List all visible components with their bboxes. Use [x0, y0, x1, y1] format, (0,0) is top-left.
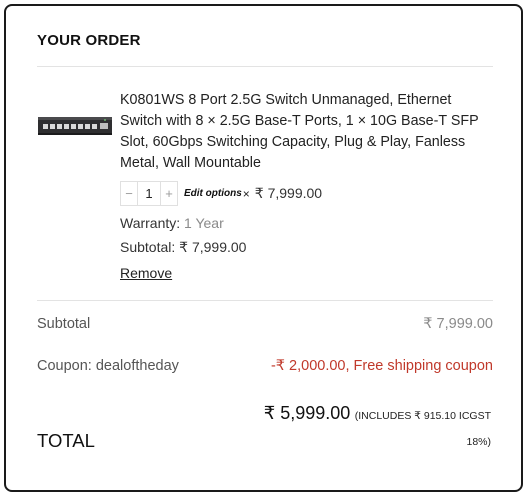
- order-heading: YOUR ORDER: [37, 32, 141, 49]
- product-title: K0801WS 8 Port 2.5G Switch Unmanaged, Et…: [120, 92, 479, 171]
- item-subtotal: Subtotal: ₹ 7,999.00: [120, 239, 247, 255]
- coupon-label: Coupon: dealoftheday: [37, 358, 179, 374]
- coupon-discount: -₹ 2,000.00, Free shipping coupon: [270, 358, 493, 374]
- cart-item-details: K0801WS 8 Port 2.5G Switch Unmanaged, Et…: [120, 90, 495, 283]
- divider: [37, 66, 493, 67]
- total-amount: ₹ 5,999.00: [263, 403, 351, 423]
- subtotal-value: ₹ 7,999.00: [423, 316, 493, 332]
- total-label: TOTAL: [37, 430, 95, 451]
- subtotal-row: Subtotal ₹ 7,999.00: [37, 316, 493, 332]
- decrease-quantity-button[interactable]: −: [121, 182, 138, 205]
- unit-price: ₹ 7,999.00: [254, 185, 323, 201]
- quantity-row: − + Edit options × ₹ 7,999.00: [120, 181, 495, 206]
- warranty-label: Warranty:: [120, 215, 181, 231]
- network-switch-icon: [38, 117, 112, 135]
- subtotal-label: Subtotal: [37, 316, 91, 332]
- divider: [37, 300, 493, 301]
- edit-options-link[interactable]: Edit options: [184, 188, 242, 199]
- quantity-input[interactable]: [138, 182, 160, 205]
- total-block: ₹ 5,999.00 (INCLUDES ₹ 915.10 ICGST 18%): [251, 403, 491, 455]
- times-symbol: ×: [242, 186, 250, 201]
- tax-note: (INCLUDES ₹ 915.10 ICGST 18%): [354, 410, 491, 448]
- quantity-stepper: − +: [120, 181, 178, 206]
- remove-item-link[interactable]: Remove: [120, 265, 172, 281]
- order-summary-card: YOUR ORDER K0801WS 8 Port 2.5G Switch Un…: [4, 4, 523, 492]
- warranty-line: Warranty: 1 Year: [120, 215, 495, 231]
- coupon-row: Coupon: dealoftheday -₹ 2,000.00, Free s…: [37, 358, 493, 374]
- increase-quantity-button[interactable]: +: [160, 182, 177, 205]
- warranty-value: 1 Year: [184, 215, 224, 231]
